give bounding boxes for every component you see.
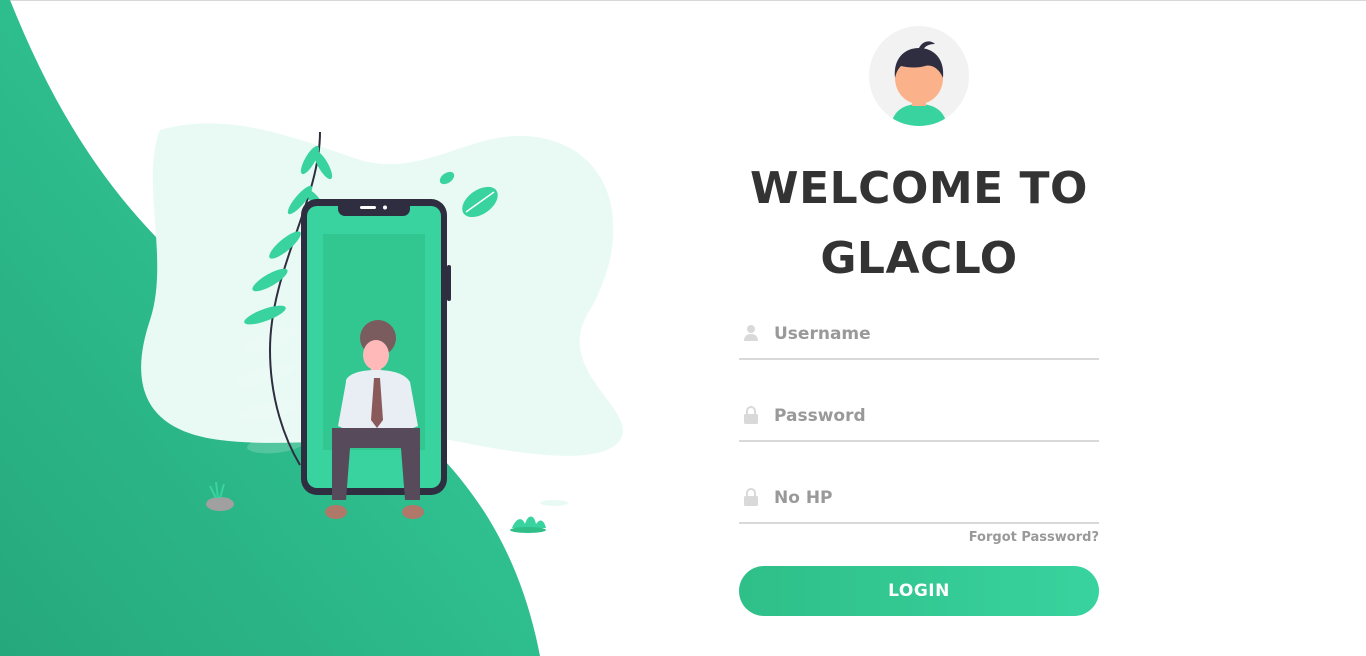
phone-side-button <box>447 265 451 301</box>
password-field <box>739 394 1099 442</box>
password-input[interactable] <box>774 396 1094 436</box>
login-panel: WELCOME TO GLACLO Forgot Password? LOGIN <box>739 26 1099 626</box>
username-field <box>739 312 1099 360</box>
user-icon <box>744 325 758 341</box>
grass <box>512 516 546 528</box>
welcome-title-line2: GLACLO <box>820 233 1018 284</box>
forgot-password-link[interactable]: Forgot Password? <box>969 530 1099 545</box>
lock-icon <box>744 406 758 424</box>
login-button[interactable]: LOGIN <box>739 566 1099 616</box>
avatar-icon <box>869 26 969 126</box>
welcome-title-line1: WELCOME TO <box>750 163 1088 214</box>
lock-icon <box>744 488 758 506</box>
welcome-title: WELCOME TO GLACLO <box>739 154 1099 294</box>
rock <box>206 497 234 511</box>
username-input[interactable] <box>774 314 1094 354</box>
nohp-input[interactable] <box>774 478 1094 518</box>
person-phone-illustration <box>141 123 623 533</box>
nohp-field <box>739 476 1099 524</box>
